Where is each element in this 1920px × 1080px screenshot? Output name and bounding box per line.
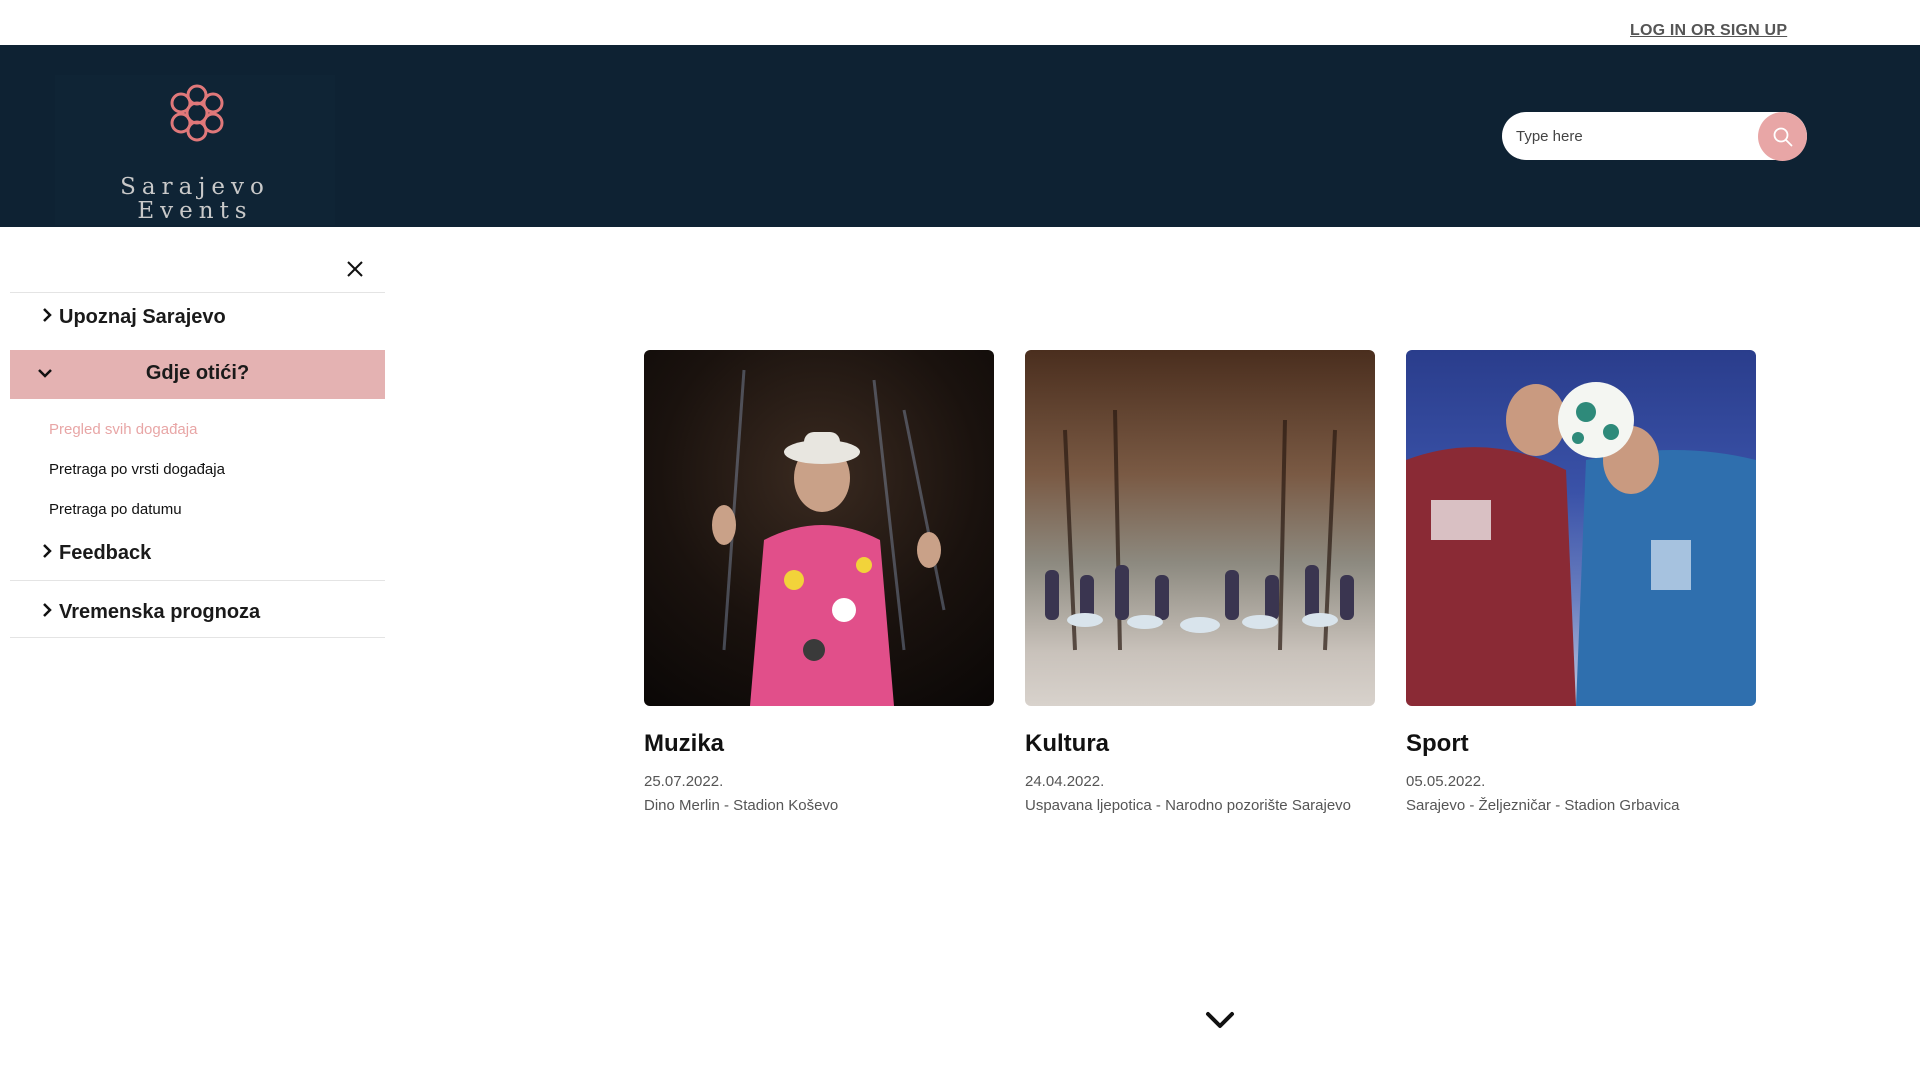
close-icon	[347, 261, 363, 277]
top-bar: LOG IN OR SIGN UP	[0, 0, 1920, 45]
sidebar-menu: Upoznaj Sarajevo Gdje otići? Pregled svi…	[10, 245, 385, 640]
event-description: Sarajevo - Željezničar - Stadion Grbavic…	[1406, 797, 1680, 814]
sidebar-item-label: Vremenska prognoza	[59, 601, 261, 623]
event-category-title: Kultura	[1025, 730, 1109, 757]
chevron-right-icon	[41, 601, 53, 625]
submenu-item-pretraga-po-datumu[interactable]: Pretraga po datumu	[49, 501, 182, 518]
chevron-down-icon	[1206, 1012, 1234, 1028]
search-button[interactable]	[1758, 112, 1807, 161]
search-input[interactable]	[1516, 124, 1746, 148]
event-date: 05.05.2022.	[1406, 773, 1486, 790]
event-date: 24.04.2022.	[1025, 773, 1105, 790]
submenu-item-pretraga-po-vrsti[interactable]: Pretraga po vrsti događaja	[49, 461, 225, 478]
brand-name: Sarajevo Events	[55, 175, 335, 223]
event-category-title: Sport	[1406, 730, 1469, 757]
chevron-right-icon	[41, 542, 53, 566]
event-card-kultura[interactable]: Kultura 24.04.2022. Uspavana ljepotica -…	[1025, 350, 1375, 814]
close-sidebar-button[interactable]	[343, 257, 367, 281]
sidebar-item-label: Upoznaj Sarajevo	[59, 306, 226, 328]
sidebar-item-upoznaj-sarajevo[interactable]: Upoznaj Sarajevo	[10, 292, 385, 342]
logo-emblem-icon	[170, 84, 224, 142]
event-description: Dino Merlin - Stadion Koševo	[644, 797, 839, 814]
submenu-item-pregled-svih-dogadjaja[interactable]: Pregled svih događaja	[49, 421, 197, 438]
brand-logo[interactable]: Sarajevo Events	[55, 75, 335, 225]
login-signup-link[interactable]: LOG IN OR SIGN UP	[1630, 22, 1787, 40]
site-header: Sarajevo Events	[0, 45, 1920, 227]
sidebar-item-gdje-otici[interactable]: Gdje otići?	[10, 350, 385, 399]
sidebar-item-feedback[interactable]: Feedback	[10, 525, 385, 575]
event-card-sport[interactable]: Sport 05.05.2022. Sarajevo - Željezničar…	[1406, 350, 1756, 814]
scroll-down-button[interactable]	[1204, 1008, 1236, 1032]
event-description: Uspavana ljepotica - Narodno pozorište S…	[1025, 797, 1352, 814]
sidebar-item-vremenska-prognoza[interactable]: Vremenska prognoza	[10, 580, 385, 638]
event-image-kultura	[1025, 350, 1375, 706]
event-category-title: Muzika	[644, 730, 725, 757]
search-icon	[1773, 127, 1792, 146]
event-card-muzika[interactable]: Muzika 25.07.2022. Dino Merlin - Stadion…	[644, 350, 994, 814]
brand-line-1: Sarajevo	[120, 174, 270, 200]
sidebar-item-label: Feedback	[59, 542, 152, 564]
event-image-sport	[1406, 350, 1756, 706]
event-image-muzika	[644, 350, 994, 706]
brand-line-2: Events	[137, 198, 253, 224]
sidebar-item-label: Gdje otići?	[145, 362, 250, 384]
chevron-right-icon	[41, 306, 53, 330]
event-date: 25.07.2022.	[644, 773, 724, 790]
